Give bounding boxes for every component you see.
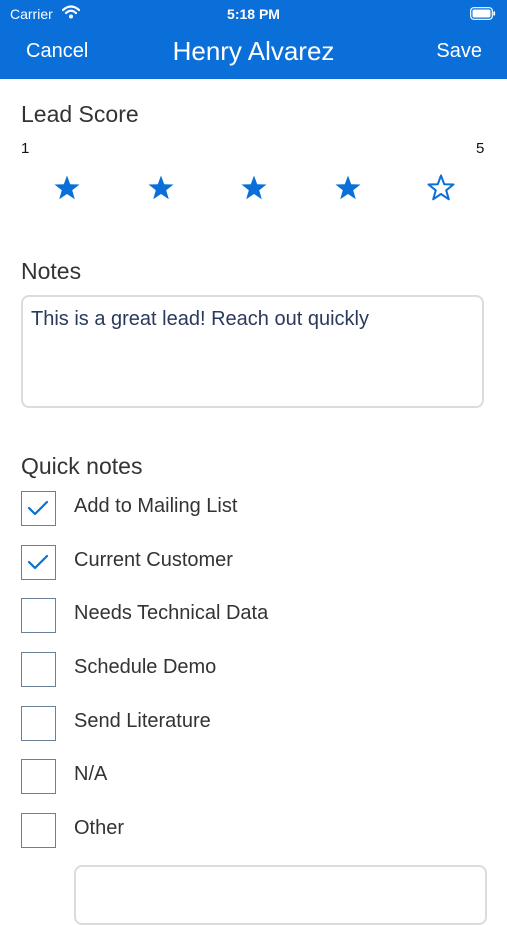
empty-star-icon[interactable] <box>426 173 456 203</box>
page-title: Henry Alvarez <box>172 36 335 66</box>
checkmark-icon <box>27 554 49 570</box>
quick-note-item[interactable]: Current Customer <box>21 545 481 581</box>
quick-note-label: Add to Mailing List <box>74 495 238 517</box>
filled-star-icon[interactable] <box>146 173 176 203</box>
filled-star-icon[interactable] <box>239 173 269 203</box>
lead-score-label: Lead Score <box>21 101 139 127</box>
checkbox[interactable] <box>21 813 56 848</box>
quick-note-item[interactable]: Needs Technical Data <box>21 598 481 634</box>
quick-note-item[interactable]: N/A <box>21 759 481 795</box>
other-note-input[interactable] <box>74 865 487 925</box>
notes-field[interactable]: This is a great lead! Reach out quickly <box>21 295 484 408</box>
checkbox[interactable] <box>21 491 56 526</box>
quick-notes-label: Quick notes <box>21 453 143 479</box>
checkbox[interactable] <box>21 652 56 687</box>
battery-icon <box>470 7 496 23</box>
quick-note-label: N/A <box>74 763 108 785</box>
checkbox[interactable] <box>21 706 56 741</box>
nav-bar: Cancel Henry Alvarez Save <box>0 28 507 79</box>
status-bar: Carrier 5:18 PM <box>0 0 507 28</box>
notes-label: Notes <box>21 258 82 284</box>
quick-note-item[interactable]: Send Literature <box>21 706 481 742</box>
header: Carrier 5:18 PM Cancel Henry Alvarez Sav… <box>0 0 507 79</box>
checkbox[interactable] <box>21 759 56 794</box>
quick-note-label: Other <box>74 817 125 839</box>
checkbox[interactable] <box>21 598 56 633</box>
filled-star-icon[interactable] <box>333 173 363 203</box>
scale-min-label: 1 <box>21 140 30 157</box>
quick-note-label: Needs Technical Data <box>74 602 269 624</box>
quick-note-label: Current Customer <box>74 549 233 571</box>
quick-note-label: Send Literature <box>74 710 211 732</box>
quick-note-item[interactable]: Add to Mailing List <box>21 491 481 527</box>
notes-text: This is a great lead! Reach out quickly <box>31 308 369 330</box>
filled-star-icon[interactable] <box>52 173 82 203</box>
quick-note-label: Schedule Demo <box>74 656 217 678</box>
quick-note-item[interactable]: Other <box>21 813 481 849</box>
save-button[interactable]: Save <box>436 40 482 63</box>
quick-note-item[interactable]: Schedule Demo <box>21 652 481 688</box>
status-time: 5:18 PM <box>227 6 280 22</box>
checkbox[interactable] <box>21 545 56 580</box>
scale-max-label: 5 <box>476 140 485 157</box>
checkmark-icon <box>27 500 49 516</box>
